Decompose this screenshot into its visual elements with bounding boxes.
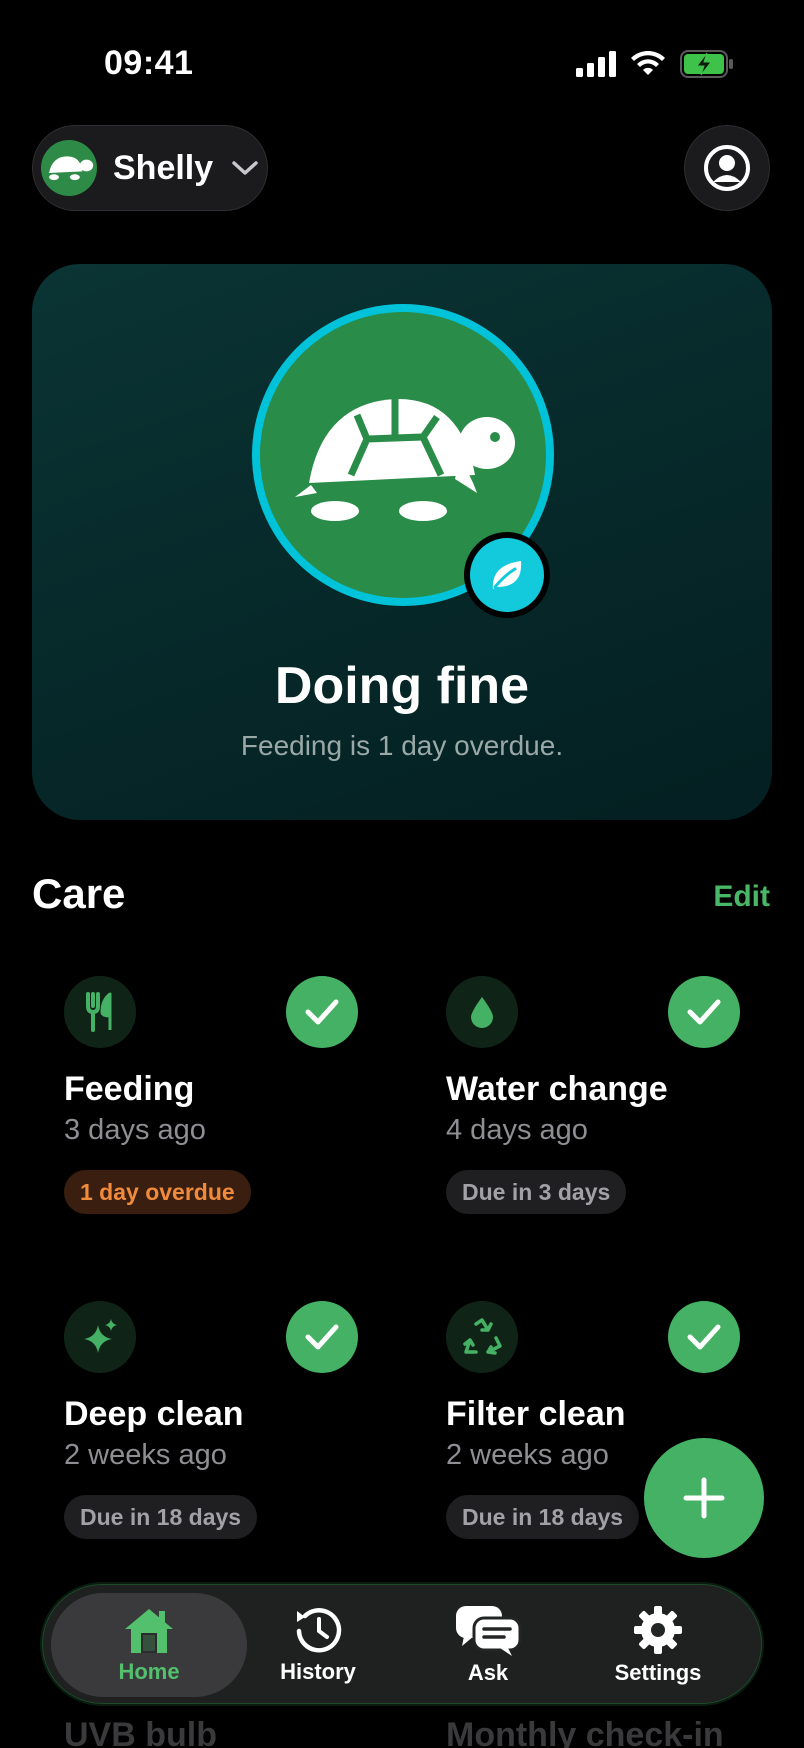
task-status-badge: Due in 18 days bbox=[64, 1495, 258, 1539]
plus-icon bbox=[683, 1477, 725, 1519]
fork-knife-icon bbox=[64, 976, 136, 1048]
task-title: Deep clean bbox=[64, 1395, 244, 1433]
mark-done-button[interactable] bbox=[668, 1301, 740, 1373]
checkmark-icon bbox=[305, 999, 339, 1025]
water-drop-icon bbox=[446, 976, 518, 1048]
task-title: Filter clean bbox=[446, 1395, 626, 1433]
tab-label: Ask bbox=[467, 1660, 509, 1685]
mark-done-button[interactable] bbox=[668, 976, 740, 1048]
checkmark-icon bbox=[687, 1324, 721, 1350]
status-icons bbox=[576, 50, 734, 78]
status-title: Doing fine bbox=[274, 657, 530, 715]
status-hero-card: Doing fine Feeding is 1 day overdue. bbox=[32, 264, 772, 820]
pet-switcher[interactable]: Shelly bbox=[32, 125, 268, 211]
chevron-down-icon bbox=[232, 161, 258, 175]
task-last-done: 3 days ago bbox=[64, 1114, 206, 1146]
tab-home[interactable]: Home bbox=[51, 1593, 247, 1697]
pet-name: Shelly bbox=[113, 148, 214, 187]
care-card-uvb-bulb-title[interactable]: UVB bulb bbox=[64, 1716, 217, 1748]
status-subtitle: Feeding is 1 day overdue. bbox=[240, 730, 564, 761]
tab-bar: Home History Ask Settings bbox=[42, 1584, 762, 1704]
leaf-icon bbox=[492, 561, 522, 589]
profile-button[interactable] bbox=[684, 125, 770, 211]
tab-history[interactable]: History bbox=[233, 1593, 403, 1697]
care-card-monthly-check-in-title[interactable]: Monthly check-in bbox=[446, 1716, 724, 1748]
care-card-deep-clean[interactable]: Deep clean 2 weeks ago Due in 18 days bbox=[32, 1301, 362, 1571]
mark-done-button[interactable] bbox=[286, 976, 358, 1048]
mark-done-button[interactable] bbox=[286, 1301, 358, 1373]
home-icon bbox=[125, 1609, 173, 1653]
task-last-done: 2 weeks ago bbox=[446, 1439, 609, 1471]
task-last-done: 2 weeks ago bbox=[64, 1439, 227, 1471]
add-task-button[interactable] bbox=[644, 1438, 764, 1558]
tab-label: History bbox=[280, 1659, 356, 1684]
checkmark-icon bbox=[305, 1324, 339, 1350]
care-card-feeding[interactable]: Feeding 3 days ago 1 day overdue bbox=[32, 976, 362, 1246]
tab-label: Settings bbox=[614, 1660, 702, 1685]
task-last-done: 4 days ago bbox=[446, 1114, 588, 1146]
wifi-icon bbox=[631, 51, 665, 75]
tab-settings[interactable]: Settings bbox=[573, 1593, 743, 1697]
sparkle-icon bbox=[64, 1301, 136, 1373]
status-time: 09:41 bbox=[104, 44, 194, 82]
gear-icon bbox=[634, 1606, 682, 1654]
turtle-icon bbox=[49, 156, 94, 181]
task-title: Water change bbox=[446, 1070, 668, 1108]
turtle-icon bbox=[295, 398, 515, 521]
signal-icon bbox=[576, 51, 616, 77]
tab-ask[interactable]: Ask bbox=[403, 1593, 573, 1697]
leaf-badge bbox=[464, 532, 550, 618]
history-icon bbox=[296, 1608, 342, 1653]
edit-button[interactable]: Edit bbox=[713, 880, 770, 914]
task-status-badge: 1 day overdue bbox=[64, 1170, 251, 1214]
battery-charging-icon bbox=[680, 50, 733, 78]
task-status-badge: Due in 18 days bbox=[446, 1495, 640, 1539]
task-title: Feeding bbox=[64, 1070, 195, 1108]
section-title: Care bbox=[32, 870, 126, 917]
recycle-icon bbox=[446, 1301, 518, 1373]
care-card-water-change[interactable]: Water change 4 days ago Due in 3 days bbox=[414, 976, 744, 1246]
status-bar: 09:41 bbox=[0, 0, 804, 130]
tab-label: Home bbox=[118, 1659, 180, 1684]
pet-avatar bbox=[41, 140, 97, 196]
person-circle-icon bbox=[704, 145, 750, 191]
task-status-badge: Due in 3 days bbox=[446, 1170, 627, 1214]
chat-bubbles-icon bbox=[456, 1606, 522, 1656]
checkmark-icon bbox=[687, 999, 721, 1025]
